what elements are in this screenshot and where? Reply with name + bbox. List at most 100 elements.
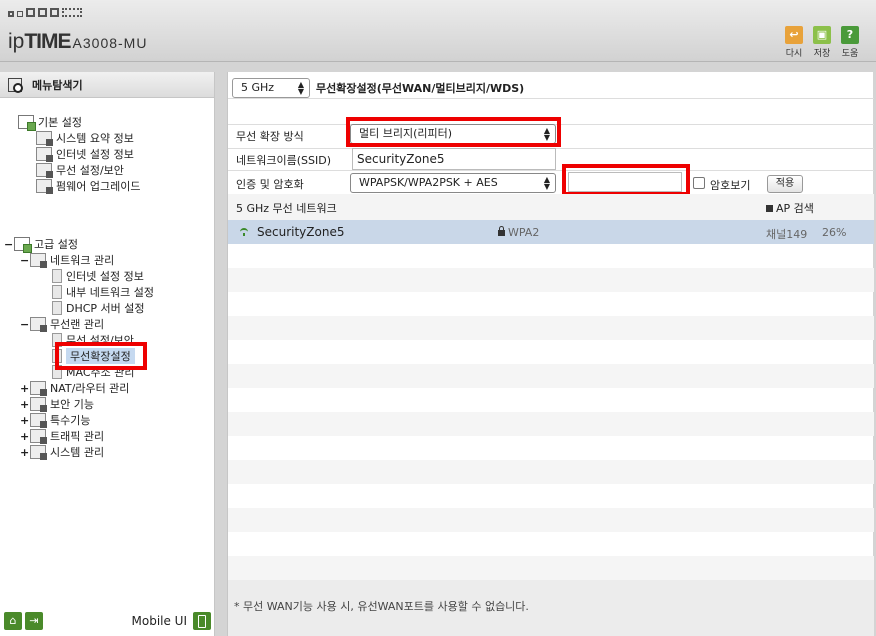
expand-icon[interactable]: + (20, 398, 30, 411)
tree-wireless-management[interactable]: − 무선랜 관리 (20, 316, 104, 332)
network-security-label: WPA2 (508, 226, 540, 239)
expand-icon[interactable]: + (20, 430, 30, 443)
tree-item-firmware-upgrade[interactable]: 펌웨어 업그레이드 (36, 178, 140, 194)
apply-button[interactable]: 적용 (767, 175, 803, 193)
menu-tree: 기본 설정 시스템 요약 정보 인터넷 설정 정보 무선 설정/보안 펌웨어 업… (0, 72, 215, 612)
tree-security[interactable]: + 보안 기능 (20, 396, 94, 412)
empty-network-row (228, 388, 874, 412)
tree-basic-settings[interactable]: 기본 설정 (18, 114, 82, 131)
brand-main: TIME (24, 30, 71, 53)
main-panel: 5 GHz ▲ ▼ 무선확장설정(무선WAN/멀티브리지/WDS) 무선 확장 방… (227, 72, 874, 636)
highlight-box (562, 164, 690, 196)
expand-icon[interactable]: + (20, 414, 30, 427)
expand-icon[interactable]: + (20, 382, 30, 395)
divider (228, 98, 874, 99)
tree-special[interactable]: + 특수기능 (20, 412, 90, 428)
tree-system[interactable]: + 시스템 관리 (20, 444, 104, 460)
collapse-icon[interactable]: − (20, 318, 30, 331)
select-arrows-icon: ▲ ▼ (297, 80, 304, 96)
page-icon (52, 285, 62, 299)
tree-item-label: DHCP 서버 설정 (66, 302, 145, 315)
tree-item-dhcp-server[interactable]: DHCP 서버 설정 (52, 300, 145, 316)
top-actions: ↩ 다시 ▣ 저장 ? 도움 (784, 26, 860, 59)
tree-item-label: 특수기능 (50, 414, 91, 427)
monitor-icon (36, 147, 53, 162)
tree-item-system-summary[interactable]: 시스템 요약 정보 (36, 130, 134, 146)
empty-network-row (228, 436, 874, 460)
app-header: ipTIME A3008-MU ↩ 다시 ▣ 저장 ? 도움 (0, 0, 876, 62)
help-button[interactable]: ? 도움 (840, 26, 860, 59)
mode-label: 무선 확장 방식 (236, 130, 304, 143)
tree-item-wireless-security[interactable]: 무선 설정/보안 (36, 162, 124, 178)
ssid-field[interactable]: SecurityZone5 (352, 148, 556, 170)
help-icon: ? (841, 26, 859, 44)
undo-button[interactable]: ↩ 다시 (784, 26, 804, 59)
network-row[interactable]: SecurityZone5 WPA2 채널149 26% (228, 220, 874, 244)
wifi-icon (36, 163, 53, 178)
band-select[interactable]: 5 GHz ▲ ▼ (232, 78, 310, 98)
network-channel: 채널149 (766, 228, 808, 241)
tree-advanced-settings[interactable]: − 고급 설정 (4, 236, 78, 253)
tree-item-label: 시스템 요약 정보 (56, 132, 134, 145)
show-password-label: 암호보기 (710, 179, 751, 192)
ap-scan-button[interactable]: AP 검색 (766, 200, 814, 216)
logo-dots (8, 8, 82, 17)
empty-network-row (228, 268, 874, 292)
tree-item-internet-info[interactable]: 인터넷 설정 정보 (36, 146, 134, 162)
brand-logo: ipTIME A3008-MU (8, 30, 147, 54)
undo-icon: ↩ (785, 26, 803, 44)
tree-item-label: 무선 설정/보안 (56, 164, 124, 177)
auth-select-value: WPAPSK/WPA2PSK + AES (359, 176, 498, 189)
highlight-box (55, 342, 147, 370)
select-arrows-icon: ▲ ▼ (543, 175, 550, 191)
tree-item-label: 보안 기능 (50, 398, 94, 411)
undo-label: 다시 (785, 49, 803, 59)
special-icon (30, 413, 47, 428)
network-security: WPA2 (498, 226, 539, 239)
tree-traffic[interactable]: + 트래픽 관리 (20, 428, 104, 444)
network-signal: 26% (822, 226, 847, 239)
show-password-checkbox[interactable] (693, 177, 705, 189)
tree-item-lan-settings[interactable]: 내부 네트워크 설정 (52, 284, 154, 300)
tree-item-label: 시스템 관리 (50, 446, 105, 459)
expand-icon[interactable]: + (20, 446, 30, 459)
band-select-value: 5 GHz (241, 81, 275, 94)
tree-item-label: 펌웨어 업그레이드 (56, 180, 141, 193)
network-icon (30, 253, 47, 268)
mobile-ui-link[interactable]: Mobile UI (132, 612, 211, 630)
auth-label: 인증 및 암호화 (236, 178, 304, 191)
upgrade-icon (36, 179, 53, 194)
collapse-icon[interactable]: − (4, 238, 14, 251)
folder-icon (18, 115, 36, 131)
ap-scan-label: AP 검색 (776, 202, 814, 215)
highlight-box (346, 117, 561, 147)
ssid-label: 네트워크이름(SSID) (236, 154, 331, 167)
collapse-icon[interactable]: − (20, 254, 30, 267)
tree-network-label: 네트워크 관리 (50, 254, 115, 267)
empty-network-row (228, 556, 874, 580)
save-label: 저장 (813, 49, 831, 59)
home-icon[interactable]: ⌂ (4, 612, 22, 630)
lock-icon (498, 226, 505, 236)
footnote: * 무선 WAN기능 사용 시, 유선WAN포트를 사용할 수 없습니다. (228, 580, 874, 636)
empty-network-row (228, 316, 874, 340)
empty-network-row (228, 532, 874, 556)
tree-item-label: 트래픽 관리 (50, 430, 105, 443)
auth-select[interactable]: WPAPSK/WPA2PSK + AES ▲ ▼ (350, 173, 556, 193)
wifi-folder-icon (30, 317, 47, 332)
tree-network-management[interactable]: − 네트워크 관리 (20, 252, 114, 268)
menu-explorer: 메뉴탐색기 기본 설정 시스템 요약 정보 인터넷 설정 정보 무선 설정/보안… (0, 72, 215, 636)
tree-nat-router[interactable]: + NAT/라우터 관리 (20, 380, 129, 396)
save-button[interactable]: ▣ 저장 (812, 26, 832, 59)
tree-item-label: 내부 네트워크 설정 (66, 286, 154, 299)
empty-network-row (228, 244, 874, 268)
network-ssid: SecurityZone5 (257, 225, 345, 239)
scan-icon (766, 205, 773, 212)
empty-network-row (228, 508, 874, 532)
logout-icon[interactable]: ⇥ (25, 612, 43, 630)
tree-item-internet-settings[interactable]: 인터넷 설정 정보 (52, 268, 144, 284)
chart-icon (36, 131, 53, 146)
network-list-title: 5 GHz 무선 네트워크 (236, 202, 337, 215)
tree-item-label: 인터넷 설정 정보 (66, 270, 144, 283)
page-icon (52, 301, 62, 315)
